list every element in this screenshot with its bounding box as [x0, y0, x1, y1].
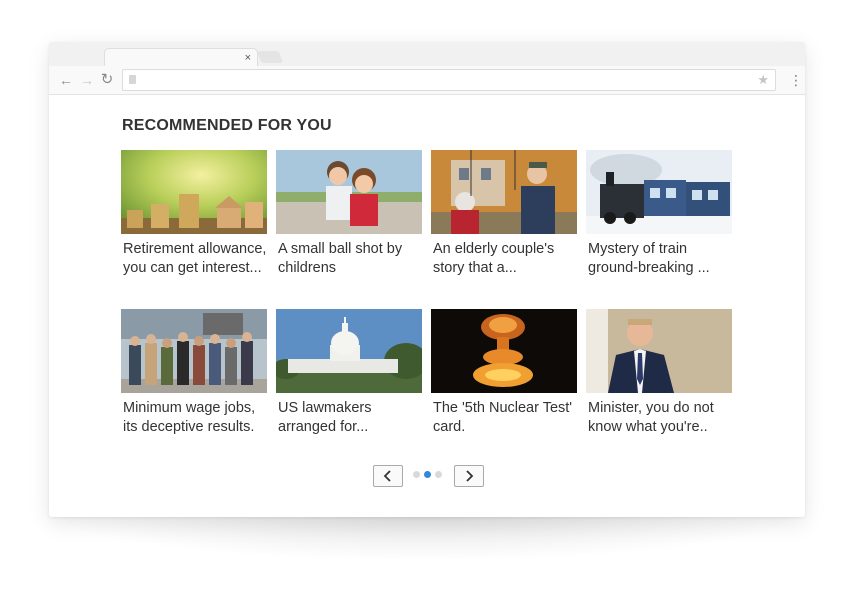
article-card[interactable]: Retirement allowance, you can get intere…: [121, 150, 267, 278]
new-tab-button[interactable]: [256, 51, 284, 63]
article-caption[interactable]: Mystery of train ground-breaking ...: [586, 240, 732, 278]
protest-crowd-image[interactable]: [121, 309, 267, 393]
article-caption[interactable]: Minister, you do not know what you're..: [586, 399, 732, 437]
forward-arrow-icon[interactable]: →: [78, 71, 96, 89]
chevron-right-icon: [466, 470, 474, 482]
article-caption[interactable]: US lawmakers arranged for...: [276, 399, 422, 437]
section-heading: RECOMMENDED FOR YOU: [122, 117, 332, 134]
article-card[interactable]: Minimum wage jobs, its deceptive results…: [121, 309, 267, 437]
browser-window: × ← → ↻ ★ ⋮ RECOMMENDED FOR YOU Retireme…: [49, 42, 805, 517]
page-content: RECOMMENDED FOR YOU Retirement allowance…: [49, 95, 805, 517]
article-card[interactable]: Minister, you do not know what you're..: [586, 309, 732, 437]
chevron-left-icon: [383, 470, 391, 482]
elderly-couple-image[interactable]: [431, 150, 577, 234]
article-caption[interactable]: Minimum wage jobs, its deceptive results…: [121, 399, 267, 437]
bookmark-star-icon[interactable]: ★: [757, 70, 769, 90]
article-caption[interactable]: The '5th Nuclear Test' card.: [431, 399, 577, 437]
page-icon: [129, 75, 136, 84]
reload-icon[interactable]: ↻: [98, 71, 116, 89]
back-arrow-icon[interactable]: ←: [57, 71, 75, 89]
close-icon[interactable]: ×: [245, 50, 251, 66]
article-card[interactable]: US lawmakers arranged for...: [276, 309, 422, 437]
address-bar[interactable]: ★: [122, 69, 776, 91]
previous-button[interactable]: [373, 465, 403, 487]
children-hugging-image[interactable]: [276, 150, 422, 234]
capitol-building-image[interactable]: [276, 309, 422, 393]
article-card[interactable]: A small ball shot by childrens: [276, 150, 422, 278]
next-button[interactable]: [454, 465, 484, 487]
coins-house-image[interactable]: [121, 150, 267, 234]
article-card[interactable]: Mystery of train ground-breaking ...: [586, 150, 732, 278]
page-dot[interactable]: [413, 471, 420, 478]
steam-train-image[interactable]: [586, 150, 732, 234]
article-caption[interactable]: An elderly couple's story that a...: [431, 240, 577, 278]
title-bar: ×: [49, 42, 805, 69]
article-caption[interactable]: Retirement allowance, you can get intere…: [121, 240, 267, 278]
menu-dots-icon[interactable]: ⋮: [789, 71, 803, 89]
article-caption[interactable]: A small ball shot by childrens: [276, 240, 422, 278]
toolbar: ← → ↻ ★ ⋮: [49, 66, 805, 95]
article-card[interactable]: An elderly couple's story that a...: [431, 150, 577, 278]
nuclear-explosion-image[interactable]: [431, 309, 577, 393]
page-dot[interactable]: [435, 471, 442, 478]
man-in-suit-image[interactable]: [586, 309, 732, 393]
page-dot-active[interactable]: [424, 471, 431, 478]
article-card[interactable]: The '5th Nuclear Test' card.: [431, 309, 577, 437]
pagination: [373, 465, 485, 487]
